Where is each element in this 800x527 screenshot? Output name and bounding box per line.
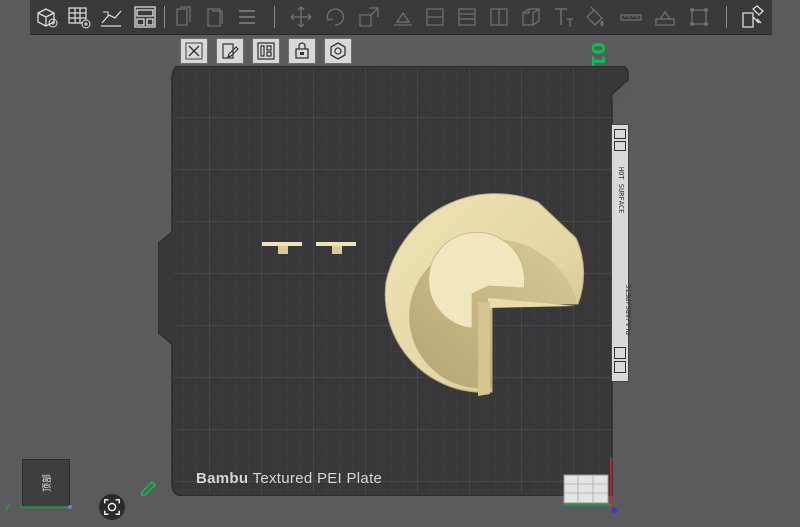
measure-icon	[620, 14, 642, 21]
close-icon	[185, 42, 203, 60]
lock-plate-button[interactable]	[288, 38, 316, 64]
lock-icon	[295, 42, 309, 59]
delete-plate-button[interactable]	[180, 38, 208, 64]
strip-icon-second	[614, 141, 626, 151]
toolbar-divider	[164, 6, 165, 28]
focus-icon	[104, 499, 120, 515]
delete-icon	[239, 10, 255, 24]
paint-bucket-icon	[586, 6, 604, 27]
copy-button[interactable]	[170, 4, 196, 30]
cut-icon	[426, 8, 444, 26]
plate-number[interactable]: 01	[586, 42, 608, 67]
text-button[interactable]	[550, 4, 576, 30]
plate-settings-button[interactable]	[216, 38, 244, 64]
paste-icon	[207, 8, 223, 27]
arrange-plate-button[interactable]	[252, 38, 280, 64]
assembly-button[interactable]	[652, 4, 678, 30]
axis-y-label: y	[4, 501, 10, 512]
orient-icon	[101, 10, 122, 27]
rotate-icon	[326, 8, 345, 26]
boolean-button[interactable]	[686, 4, 712, 30]
plate-label-brand: Bambu	[196, 470, 249, 487]
axis-indicator	[20, 505, 72, 509]
scale-button[interactable]	[356, 4, 382, 30]
view-mode-button[interactable]	[740, 4, 766, 30]
paste-button[interactable]	[202, 4, 228, 30]
view-cube[interactable]	[556, 455, 620, 515]
auto-orient-button[interactable]	[98, 4, 124, 30]
assembly-icon	[655, 10, 675, 26]
move-button[interactable]	[288, 4, 314, 30]
plate-label: Bambu Textured PEI Plate	[196, 470, 382, 487]
rotate-button[interactable]	[322, 4, 348, 30]
add-object-button[interactable]	[34, 4, 60, 30]
color-paint-button[interactable]	[582, 4, 608, 30]
plate-type-button[interactable]	[324, 38, 352, 64]
lay-on-face-icon	[394, 11, 412, 26]
arrange-icon	[134, 6, 156, 28]
toolbar-divider	[726, 6, 727, 28]
hex-icon	[330, 42, 346, 60]
build-plate[interactable]	[158, 66, 630, 496]
measure-button[interactable]	[618, 4, 644, 30]
text-icon	[555, 8, 573, 27]
boolean-icon	[690, 8, 708, 26]
hot-surface-text: HOT SURFACE	[617, 167, 625, 214]
cut-button[interactable]	[422, 4, 448, 30]
variable-layer-button[interactable]	[454, 4, 480, 30]
variable-layer-icon	[458, 8, 476, 26]
plate-side-strip: HOT SURFACE PLA/ABS/PETG	[611, 124, 633, 382]
main-toolbar	[30, 0, 772, 35]
strip-icon-last	[614, 361, 626, 373]
view-mode-icon	[742, 5, 764, 28]
filament-compat-text: PLA/ABS/PETG	[625, 284, 633, 335]
support-paint-button[interactable]	[486, 4, 512, 30]
grid-plus-icon	[68, 7, 91, 29]
strip-icon-top	[614, 129, 626, 139]
arrange-button[interactable]	[132, 4, 158, 30]
lay-on-face-button[interactable]	[390, 4, 416, 30]
scale-icon	[359, 7, 379, 27]
strip-icon-bottom	[614, 347, 626, 359]
delete-button[interactable]	[234, 4, 260, 30]
support-paint-icon	[490, 8, 508, 26]
toolbar-divider	[274, 6, 275, 28]
plate-label-name: Textured PEI Plate	[252, 470, 383, 487]
copy-icon	[176, 6, 191, 26]
seam-icon	[522, 8, 540, 26]
add-plate-button[interactable]	[66, 4, 92, 30]
edit-icon	[222, 43, 239, 59]
pencil-icon[interactable]	[139, 478, 159, 496]
cube-plus-icon	[37, 8, 58, 28]
fit-view-button[interactable]	[99, 494, 125, 520]
arrange-plate-icon	[257, 42, 275, 60]
move-icon	[290, 6, 312, 28]
seam-paint-button[interactable]	[518, 4, 544, 30]
